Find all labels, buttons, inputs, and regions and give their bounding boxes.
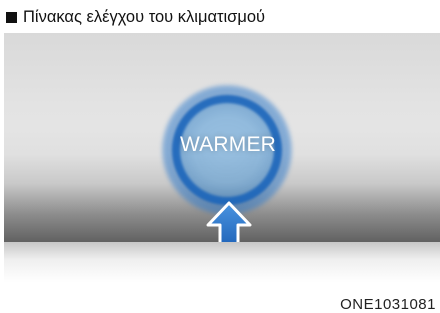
up-arrow-icon <box>206 201 252 242</box>
bottom-strip <box>4 242 440 300</box>
section-title: Πίνακας ελέγχου του κλιματισμού <box>23 8 266 26</box>
climate-control-panel-image: WARMER <box>4 33 440 242</box>
section-header: Πίνακας ελέγχου του κλιματισμού <box>4 4 440 30</box>
figure-frame: Πίνακας ελέγχου του κλιματισμού WARMER O… <box>0 0 440 313</box>
figure-code: ONE1031081 <box>340 296 436 313</box>
warmer-button-label: WARMER <box>179 133 277 156</box>
bullet-square-icon <box>6 11 17 23</box>
